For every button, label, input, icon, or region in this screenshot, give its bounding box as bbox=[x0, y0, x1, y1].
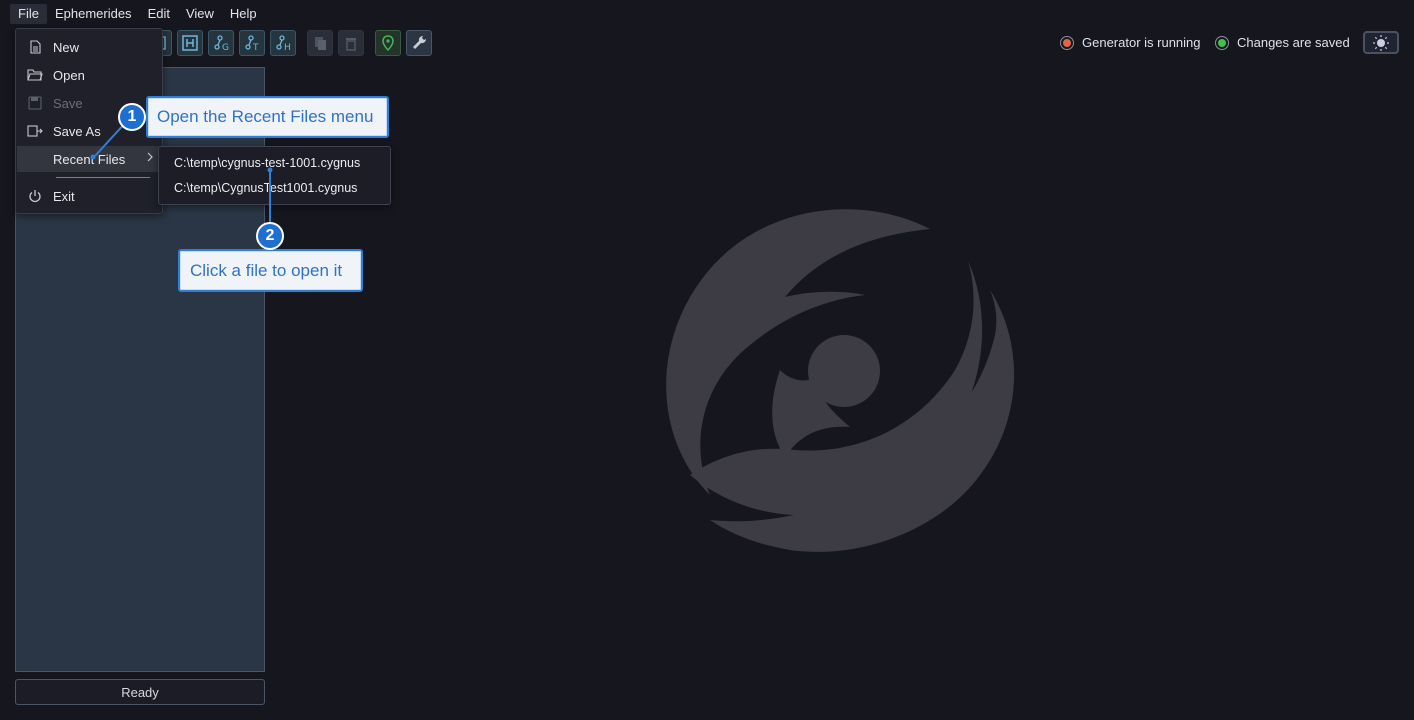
toolbar-delete-button[interactable] bbox=[338, 30, 364, 56]
generator-status: Generator is running bbox=[1060, 35, 1201, 50]
svg-text:H: H bbox=[284, 43, 291, 52]
menu-help[interactable]: Help bbox=[222, 4, 265, 24]
callout-step-2: Click a file to open it bbox=[178, 249, 363, 292]
menu-item-recent-files[interactable]: Recent Files bbox=[17, 146, 162, 172]
menu-item-recent-files-label: Recent Files bbox=[53, 151, 126, 167]
toolbar-node-g-button[interactable]: G bbox=[208, 30, 234, 56]
app-logo-watermark bbox=[666, 209, 1015, 552]
menu-item-new[interactable]: New bbox=[17, 34, 162, 60]
menu-separator bbox=[56, 177, 150, 178]
toolbar-location-button[interactable] bbox=[375, 30, 401, 56]
callout-step-1-text: Open the Recent Files menu bbox=[157, 107, 374, 126]
folder-open-icon bbox=[26, 66, 44, 84]
callout-step-1: Open the Recent Files menu bbox=[146, 96, 389, 138]
trash-icon bbox=[346, 38, 356, 51]
generator-status-text: Generator is running bbox=[1082, 35, 1201, 50]
hex-h-icon bbox=[182, 35, 198, 51]
copy-icon bbox=[315, 37, 326, 50]
power-icon bbox=[26, 187, 44, 205]
node-g-icon: G bbox=[214, 35, 229, 52]
theme-toggle-button[interactable] bbox=[1363, 31, 1399, 54]
statusbar-text: Ready bbox=[121, 684, 159, 700]
toolbar-settings-button[interactable] bbox=[406, 30, 432, 56]
recent-file-item[interactable]: C:\temp\cygnus-test-1001.cygnus bbox=[174, 156, 360, 170]
save-status-text: Changes are saved bbox=[1237, 35, 1350, 50]
menu-ephemerides[interactable]: Ephemerides bbox=[47, 4, 140, 24]
new-file-icon bbox=[26, 38, 44, 56]
wrench-icon bbox=[413, 35, 427, 49]
toolbar-hex-h-button[interactable] bbox=[177, 30, 203, 56]
menu-item-open[interactable]: Open bbox=[17, 62, 162, 88]
callout-step-1-badge: 1 bbox=[118, 103, 146, 131]
menu-edit[interactable]: Edit bbox=[140, 4, 178, 24]
menu-item-exit[interactable]: Exit bbox=[17, 183, 162, 209]
generator-status-dot bbox=[1060, 35, 1074, 50]
node-h-icon: H bbox=[276, 35, 291, 52]
recent-files-submenu: C:\temp\cygnus-test-1001.cygnus C:\temp\… bbox=[158, 146, 391, 205]
menu-item-open-label: Open bbox=[53, 67, 85, 83]
save-status: Changes are saved bbox=[1215, 35, 1350, 50]
callout-step-2-text: Click a file to open it bbox=[190, 260, 343, 280]
toolbar-node-h-button[interactable]: H bbox=[270, 30, 296, 56]
menu-item-save-label: Save bbox=[53, 95, 83, 111]
svg-text:G: G bbox=[222, 43, 229, 52]
chevron-right-icon bbox=[146, 151, 154, 166]
menu-item-exit-label: Exit bbox=[53, 188, 75, 204]
sun-icon bbox=[1373, 34, 1389, 51]
statusbar: Ready bbox=[15, 679, 265, 705]
menu-file[interactable]: File bbox=[10, 4, 47, 24]
save-status-dot bbox=[1215, 35, 1229, 50]
menubar: File Ephemerides Edit View Help bbox=[10, 4, 265, 24]
recent-file-item[interactable]: C:\temp\CygnusTest1001.cygnus bbox=[174, 181, 357, 195]
menu-item-save-as-label: Save As bbox=[53, 123, 101, 139]
toolbar-node-t-button[interactable]: T bbox=[239, 30, 265, 56]
save-icon bbox=[26, 94, 44, 112]
menu-item-new-label: New bbox=[53, 39, 80, 55]
svg-text:T: T bbox=[252, 43, 259, 52]
save-as-icon bbox=[26, 122, 44, 140]
menu-view[interactable]: View bbox=[178, 4, 222, 24]
toolbar-copy-button[interactable] bbox=[307, 30, 333, 56]
location-pin-icon bbox=[382, 35, 394, 52]
callout-step-2-badge: 2 bbox=[256, 222, 284, 250]
node-t-icon: T bbox=[245, 35, 259, 52]
